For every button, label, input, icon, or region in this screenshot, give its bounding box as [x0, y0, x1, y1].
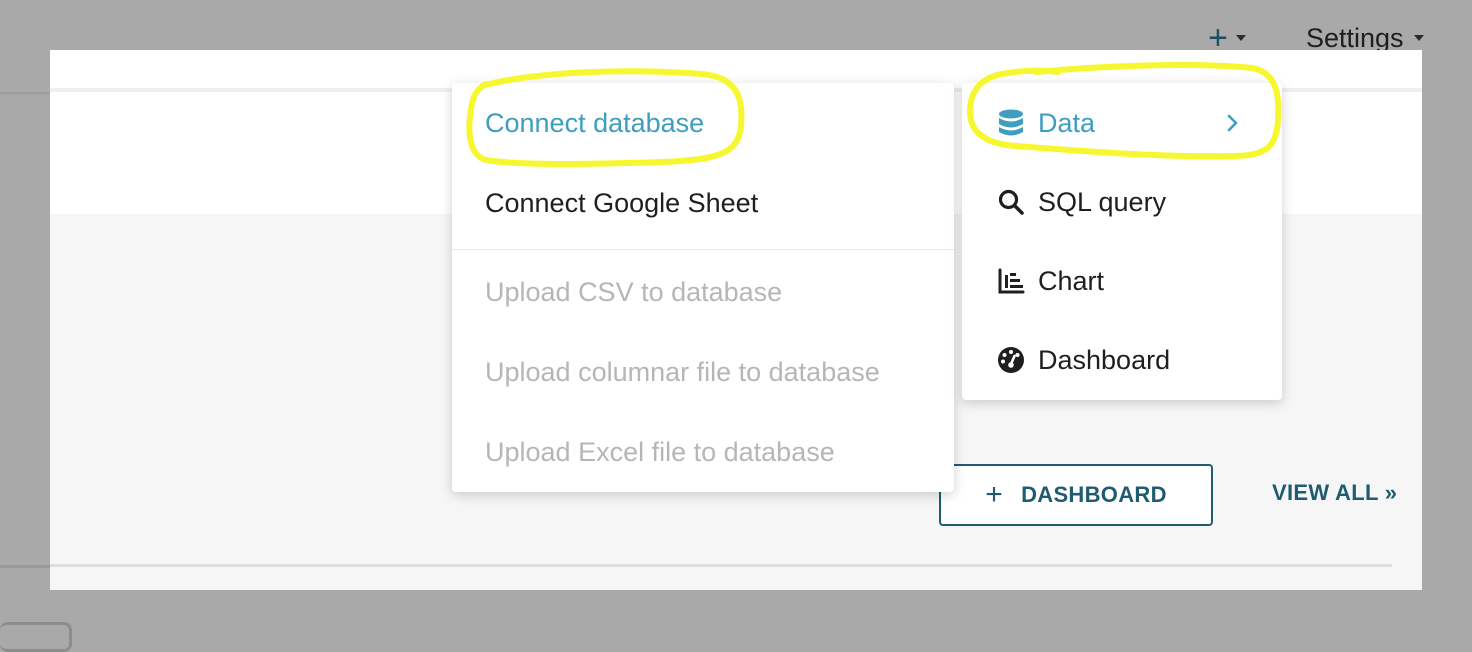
add-dashboard-button[interactable]: + DASHBOARD	[939, 464, 1213, 526]
menu-item-upload-csv: Upload CSV to database	[452, 252, 954, 332]
menu-item-label: SQL query	[1038, 186, 1167, 217]
menu-item-label: Connect database	[485, 107, 705, 138]
chevron-right-icon	[1227, 114, 1238, 132]
nav-divider	[0, 92, 50, 94]
menu-item-label: Upload columnar file to database	[485, 356, 880, 387]
background-divider	[0, 565, 50, 568]
menu-item-chart[interactable]: Chart	[962, 241, 1282, 321]
search-icon	[996, 187, 1026, 217]
settings-label: Settings	[1306, 22, 1404, 53]
menu-item-label: Data	[1038, 107, 1096, 138]
menu-item-label: Upload CSV to database	[485, 276, 783, 307]
panel-bottom-divider	[50, 564, 1392, 567]
database-icon	[996, 108, 1026, 138]
data-submenu: Connect database Connect Google Sheet Up…	[452, 83, 954, 492]
menu-item-sql-query[interactable]: SQL query	[962, 162, 1282, 242]
plus-icon: +	[985, 478, 1004, 511]
add-new-menu: Data SQL query Chart Dashboard	[962, 83, 1282, 400]
menu-item-label: Chart	[1038, 265, 1105, 296]
menu-item-label: Connect Google Sheet	[485, 187, 759, 218]
caret-down-icon	[1235, 35, 1246, 41]
dashboard-gauge-icon	[996, 345, 1026, 375]
bar-chart-icon	[996, 266, 1026, 296]
menu-separator	[452, 249, 954, 250]
menu-item-dashboard[interactable]: Dashboard	[962, 320, 1282, 400]
menu-item-connect-google-sheet[interactable]: Connect Google Sheet	[452, 163, 954, 243]
menu-item-upload-excel: Upload Excel file to database	[452, 412, 954, 492]
menu-item-label: Dashboard	[1038, 344, 1171, 375]
add-dashboard-label: DASHBOARD	[1021, 482, 1167, 507]
menu-item-upload-columnar: Upload columnar file to database	[452, 332, 954, 412]
menu-item-connect-database[interactable]: Connect database	[452, 83, 954, 163]
menu-item-label: Upload Excel file to database	[485, 436, 835, 467]
view-all-link[interactable]: VIEW ALL »	[1272, 480, 1397, 510]
caret-down-icon	[1413, 35, 1424, 41]
menu-item-data[interactable]: Data	[962, 83, 1282, 163]
background-card-edge	[0, 622, 72, 652]
